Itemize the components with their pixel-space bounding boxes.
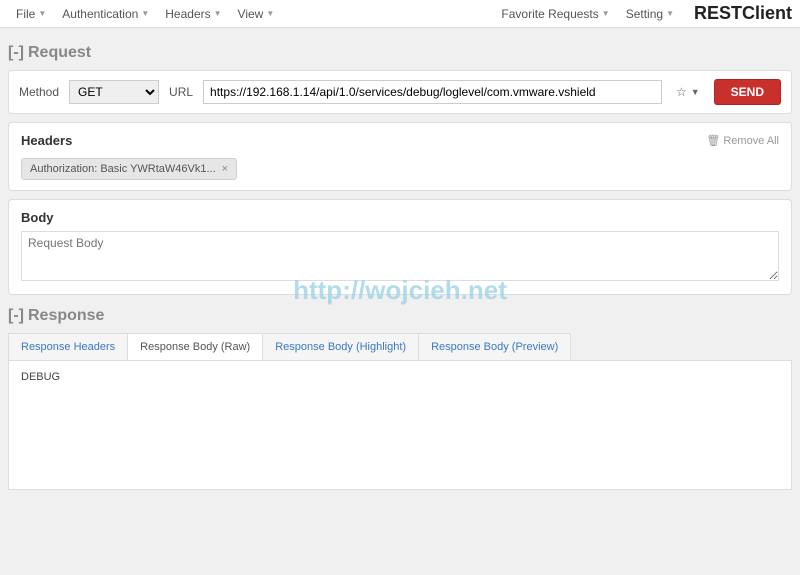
chevron-down-icon: ▼: [38, 9, 46, 18]
response-label: Response: [28, 307, 104, 325]
tab-response-body-raw[interactable]: Response Body (Raw): [127, 333, 263, 360]
header-chip-authorization[interactable]: Authorization: Basic YWRtaW46Vk1... ×: [21, 158, 237, 180]
tab-response-headers[interactable]: Response Headers: [8, 333, 128, 360]
menu-view[interactable]: View▼: [230, 3, 283, 25]
menu-authentication[interactable]: Authentication▼: [54, 3, 157, 25]
menubar: File▼ Authentication▼ Headers▼ View▼ Fav…: [0, 0, 800, 28]
send-button[interactable]: SEND: [714, 79, 781, 105]
request-collapse-toggle[interactable]: [-]: [8, 44, 24, 62]
request-panel: Method GET URL ☆ ▼ SEND: [8, 70, 792, 114]
response-body-text: DEBUG: [21, 371, 60, 383]
body-title: Body: [21, 210, 779, 225]
chevron-down-icon: ▼: [214, 9, 222, 18]
headers-title: Headers: [21, 133, 72, 148]
menu-headers[interactable]: Headers▼: [157, 3, 229, 25]
menu-favorite-requests[interactable]: Favorite Requests▼: [493, 3, 617, 25]
headers-panel: Headers 🗑 Remove All Authorization: Basi…: [8, 122, 792, 191]
method-label: Method: [19, 85, 59, 99]
response-section-title: [-] Response: [8, 307, 792, 325]
response-tabs: Response Headers Response Body (Raw) Res…: [8, 333, 792, 360]
chevron-down-icon: ▼: [266, 9, 274, 18]
trash-icon: 🗑: [706, 134, 720, 147]
close-icon[interactable]: ×: [222, 163, 228, 175]
headers-top: Headers 🗑 Remove All: [21, 133, 779, 148]
menubar-right: Favorite Requests▼ Setting▼ RESTClient: [493, 3, 792, 25]
tab-response-body-highlight[interactable]: Response Body (Highlight): [262, 333, 419, 360]
request-row: Method GET URL ☆ ▼ SEND: [19, 79, 781, 105]
menubar-left: File▼ Authentication▼ Headers▼ View▼: [8, 3, 282, 25]
chevron-down-icon: ▼: [602, 9, 610, 18]
chevron-down-icon[interactable]: ▼: [691, 87, 700, 97]
app-title: RESTClient: [694, 3, 792, 24]
content: [-] Request Method GET URL ☆ ▼ SEND Head…: [0, 28, 800, 498]
chevron-down-icon: ▼: [141, 9, 149, 18]
request-body-textarea[interactable]: [21, 231, 779, 281]
request-label: Request: [28, 44, 91, 62]
star-icon[interactable]: ☆: [676, 85, 687, 99]
url-input[interactable]: [203, 80, 662, 104]
response-body-panel: DEBUG: [8, 360, 792, 490]
url-actions: ☆ ▼: [672, 85, 704, 99]
remove-all-label: Remove All: [723, 135, 779, 147]
body-panel: Body: [8, 199, 792, 295]
menu-setting[interactable]: Setting▼: [618, 3, 682, 25]
remove-all-button[interactable]: 🗑 Remove All: [706, 134, 779, 147]
response-collapse-toggle[interactable]: [-]: [8, 307, 24, 325]
tab-response-body-preview[interactable]: Response Body (Preview): [418, 333, 571, 360]
method-select[interactable]: GET: [69, 80, 159, 104]
chevron-down-icon: ▼: [666, 9, 674, 18]
menu-file[interactable]: File▼: [8, 3, 54, 25]
request-section-title: [-] Request: [8, 44, 792, 62]
url-label: URL: [169, 85, 193, 99]
header-chip-text: Authorization: Basic YWRtaW46Vk1...: [30, 163, 216, 175]
